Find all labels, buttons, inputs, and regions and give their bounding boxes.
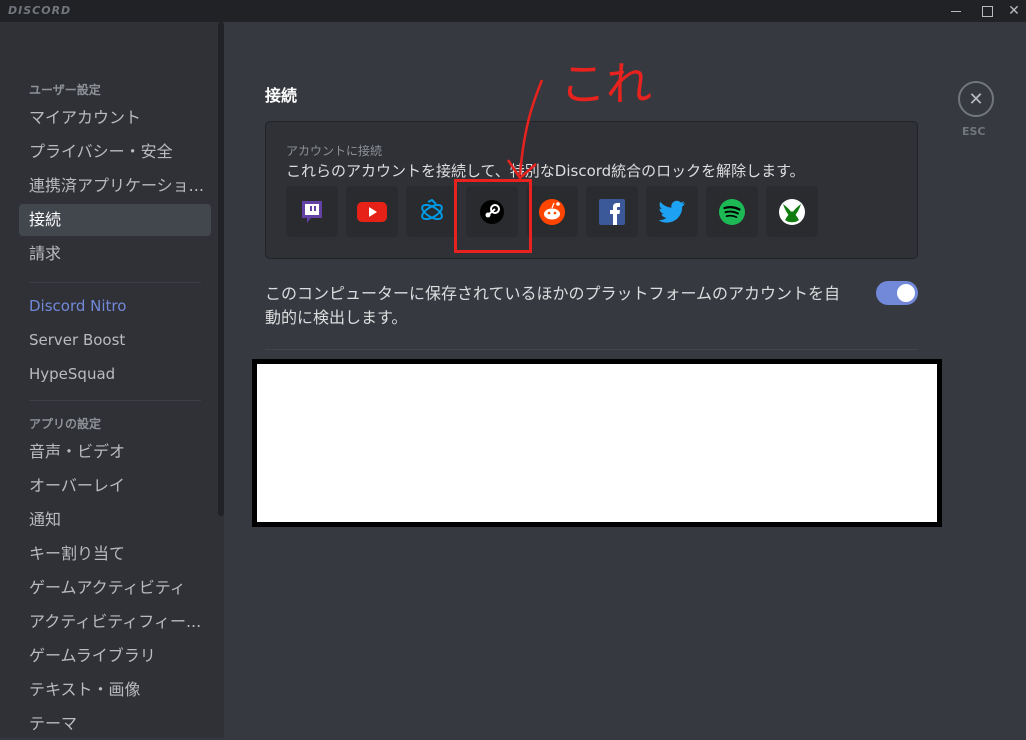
- annotation-text: これ: [560, 57, 652, 111]
- annotation-arrow: これ: [506, 57, 652, 180]
